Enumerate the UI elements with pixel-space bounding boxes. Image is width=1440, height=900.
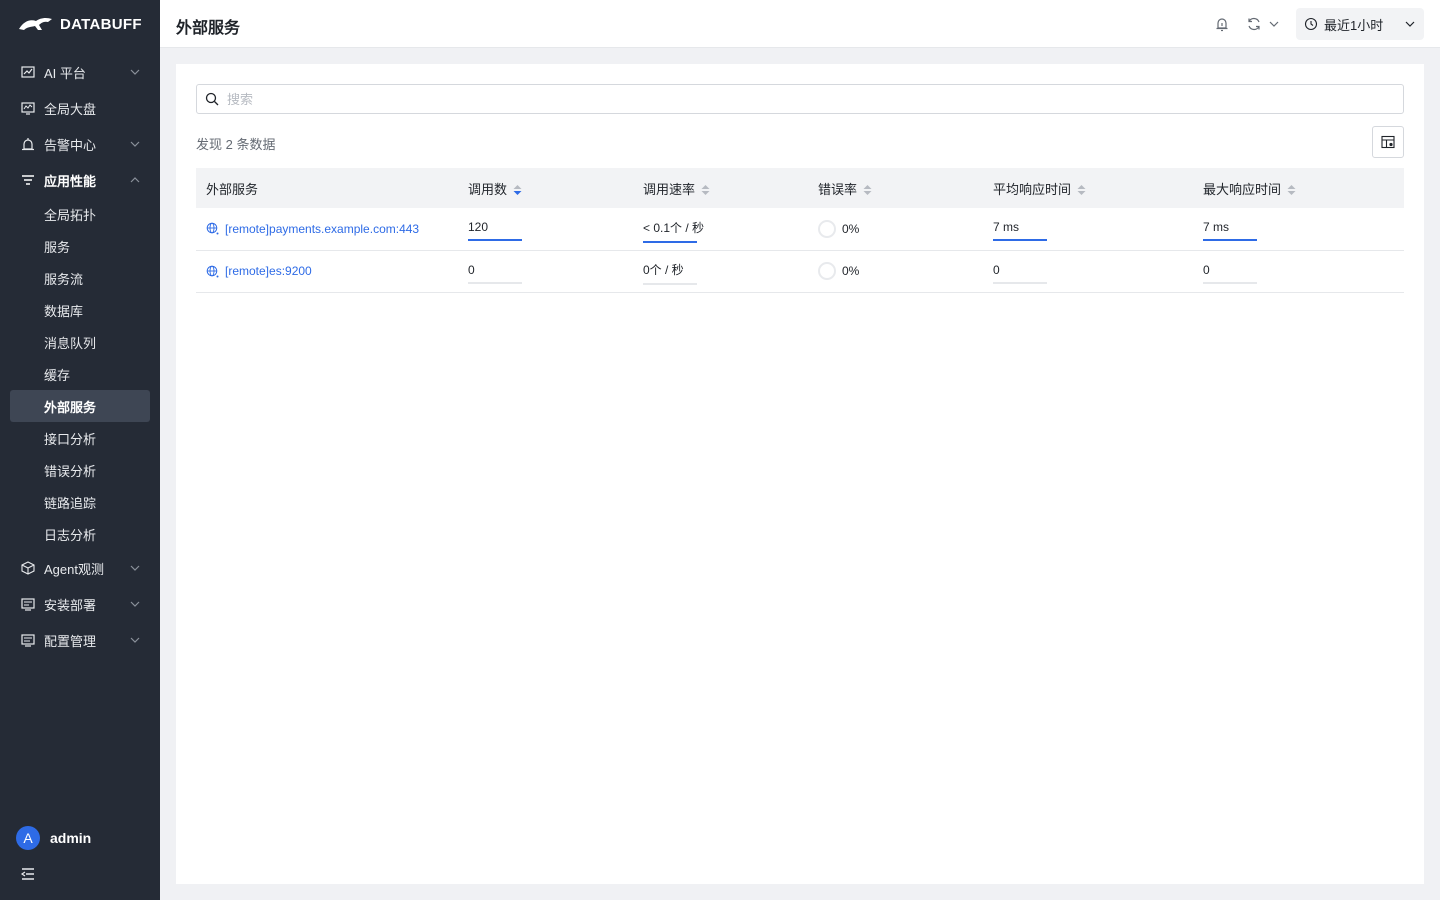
rate-value: < 0.1个 / 秒 xyxy=(643,219,704,243)
main-content-card: 发现 2 条数据 外部服务 调用数 调用速率 错误率 平均响应时间 最大响应时间 xyxy=(176,64,1424,884)
column-header-call-rate[interactable]: 调用速率 xyxy=(633,168,808,208)
chevron-down-icon xyxy=(130,637,140,643)
avg-response-value: 0 xyxy=(993,263,1047,284)
error-rate-value: 0% xyxy=(818,219,973,238)
rate-bar xyxy=(643,240,697,243)
avg-response-value: 7 ms xyxy=(993,220,1047,242)
sidebar-subitem-api-analysis[interactable]: 接口分析 xyxy=(10,422,150,454)
table-settings-icon xyxy=(1381,135,1395,149)
sidebar-subitem-trace[interactable]: 链路追踪 xyxy=(10,486,150,518)
chart-icon xyxy=(20,64,36,80)
column-header-avg-response[interactable]: 平均响应时间 xyxy=(983,168,1193,208)
column-header-error-rate[interactable]: 错误率 xyxy=(808,168,983,208)
column-header-calls[interactable]: 调用数 xyxy=(458,168,633,208)
refresh-icon[interactable] xyxy=(1246,16,1262,32)
max-response-value: 7 ms xyxy=(1203,220,1257,242)
sidebar-subitem-service-flow[interactable]: 服务流 xyxy=(10,262,150,294)
sidebar-item-config-management[interactable]: 配置管理 xyxy=(0,622,160,658)
chevron-up-icon xyxy=(130,177,140,183)
collapse-sidebar-icon[interactable] xyxy=(20,866,36,882)
avatar: A xyxy=(16,826,40,850)
max-response-bar xyxy=(1203,239,1257,242)
user-name: admin xyxy=(50,830,92,846)
sidebar: DATABUFF AI 平台 全局大盘 告警中心 应用性能 全局拓扑 服务 服务… xyxy=(0,0,160,900)
calls-value: 120 xyxy=(468,220,522,242)
table-row: [remote]payments.example.com:443 120 < 0… xyxy=(196,208,1404,251)
column-settings-button[interactable] xyxy=(1372,126,1404,158)
result-count: 发现 2 条数据 xyxy=(196,137,276,152)
sidebar-item-alert-center[interactable]: 告警中心 xyxy=(0,126,160,162)
search-input[interactable] xyxy=(227,91,1403,107)
panther-logo-icon xyxy=(19,17,52,30)
sidebar-nav: AI 平台 全局大盘 告警中心 应用性能 全局拓扑 服务 服务流 数据库 消息队… xyxy=(0,54,160,658)
sort-icon[interactable] xyxy=(1287,184,1296,196)
bell-icon[interactable] xyxy=(1214,16,1230,32)
calls-bar xyxy=(468,239,522,242)
search-box[interactable] xyxy=(196,84,1404,114)
error-rate-value: 0% xyxy=(818,262,973,280)
sort-desc-active-icon[interactable] xyxy=(513,184,522,196)
brand-logo[interactable]: DATABUFF xyxy=(18,12,142,36)
sort-icon[interactable] xyxy=(1077,184,1086,196)
column-header-max-response[interactable]: 最大响应时间 xyxy=(1193,168,1404,208)
error-rate-ring xyxy=(818,262,836,280)
sidebar-subitem-services[interactable]: 服务 xyxy=(10,230,150,262)
top-header: 外部服务 最近1小时 xyxy=(160,0,1440,48)
table-header-row: 外部服务 调用数 调用速率 错误率 平均响应时间 最大响应时间 xyxy=(196,168,1404,208)
sidebar-subitem-log-analysis[interactable]: 日志分析 xyxy=(10,518,150,550)
chevron-down-icon xyxy=(130,69,140,75)
dashboard-icon xyxy=(20,100,36,116)
sidebar-item-ai-platform[interactable]: AI 平台 xyxy=(0,54,160,90)
sidebar-item-agent-observe[interactable]: Agent观测 xyxy=(0,550,160,586)
sidebar-item-install-deploy[interactable]: 安装部署 xyxy=(0,586,160,622)
sidebar-subitem-message-queue[interactable]: 消息队列 xyxy=(10,326,150,358)
deploy-icon xyxy=(20,596,36,612)
service-link[interactable]: [remote]payments.example.com:443 xyxy=(206,222,448,236)
clock-icon xyxy=(1304,17,1318,31)
external-services-table: 外部服务 调用数 调用速率 错误率 平均响应时间 最大响应时间 [remote]… xyxy=(196,168,1404,293)
user-profile[interactable]: A admin xyxy=(16,826,91,850)
sort-icon[interactable] xyxy=(863,184,872,196)
sidebar-subitem-external-services[interactable]: 外部服务 xyxy=(10,390,150,422)
avg-response-bar xyxy=(993,239,1047,242)
service-link[interactable]: [remote]es:9200 xyxy=(206,264,448,278)
table-row: [remote]es:9200 0 0个 / 秒 0% 0 0 xyxy=(196,250,1404,293)
config-icon xyxy=(20,632,36,648)
sidebar-subitem-global-topology[interactable]: 全局拓扑 xyxy=(10,198,150,230)
page-title: 外部服务 xyxy=(176,20,241,37)
max-response-value: 0 xyxy=(1203,263,1257,284)
time-range-picker[interactable]: 最近1小时 xyxy=(1296,8,1424,40)
chevron-down-icon xyxy=(1405,21,1415,27)
calls-value: 0 xyxy=(468,263,522,284)
rate-value: 0个 / 秒 xyxy=(643,261,697,285)
sort-icon[interactable] xyxy=(701,184,710,196)
column-header-service: 外部服务 xyxy=(196,168,458,208)
chevron-down-icon xyxy=(130,141,140,147)
cube-icon xyxy=(20,560,36,576)
search-icon xyxy=(205,92,219,106)
brand-name: DATABUFF xyxy=(60,15,142,33)
sidebar-subitem-error-analysis[interactable]: 错误分析 xyxy=(10,454,150,486)
sidebar-item-global-dashboard[interactable]: 全局大盘 xyxy=(0,90,160,126)
globe-icon xyxy=(206,222,219,235)
sidebar-subitem-database[interactable]: 数据库 xyxy=(10,294,150,326)
sidebar-item-app-performance[interactable]: 应用性能 xyxy=(0,162,160,198)
alarm-icon xyxy=(20,136,36,152)
chevron-down-icon xyxy=(130,601,140,607)
globe-icon xyxy=(206,265,219,277)
list-filter-icon xyxy=(20,172,36,188)
chevron-down-icon xyxy=(130,565,140,571)
time-range-label: 最近1小时 xyxy=(1324,17,1384,33)
error-rate-ring xyxy=(818,219,836,238)
refresh-dropdown-chevron-icon[interactable] xyxy=(1268,18,1280,30)
sidebar-subitem-cache[interactable]: 缓存 xyxy=(10,358,150,390)
